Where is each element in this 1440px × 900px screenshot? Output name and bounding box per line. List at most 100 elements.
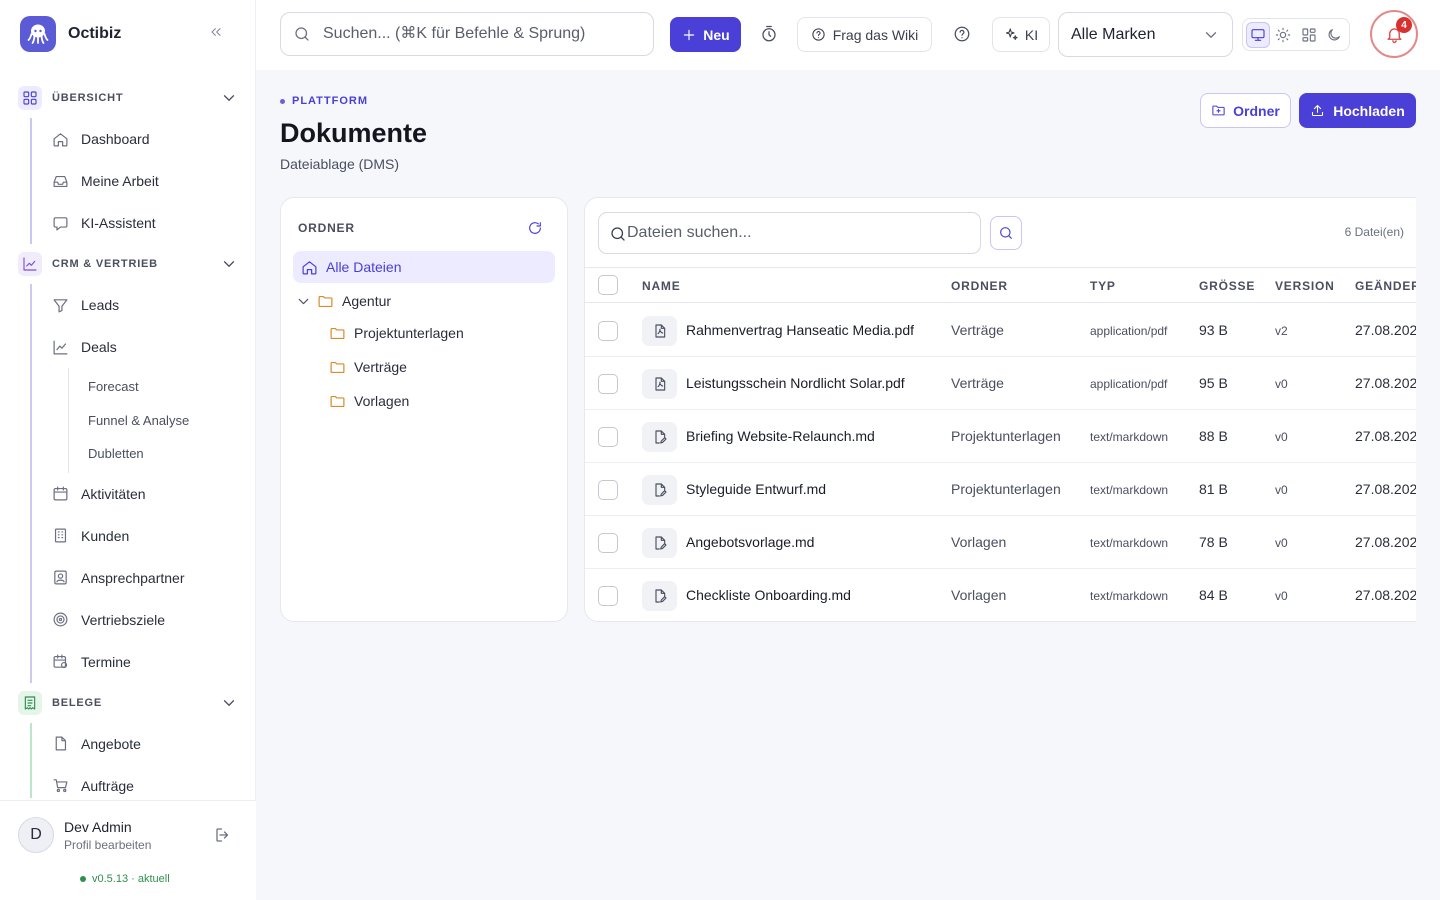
file-modified: 27.08.2025 xyxy=(1355,481,1416,497)
line-chart-icon xyxy=(53,340,68,354)
inbox-icon xyxy=(53,175,68,187)
folder-projektunterlagen[interactable]: Projektunterlagen xyxy=(329,317,555,349)
new-button[interactable]: Neu xyxy=(670,17,741,52)
column-header-version[interactable]: VERSION xyxy=(1275,279,1335,293)
file-search-button[interactable] xyxy=(990,216,1022,250)
sidebar-item-angebote[interactable]: Angebote xyxy=(32,723,256,765)
row-checkbox[interactable] xyxy=(598,533,618,553)
ai-button[interactable]: KI xyxy=(992,17,1050,52)
upload-button[interactable]: Hochladen xyxy=(1299,93,1416,128)
file-name[interactable]: Angebotsvorlage.md xyxy=(686,534,814,550)
table-row[interactable]: Leistungsschein Nordlicht Solar.pdf Vertr… xyxy=(585,357,1416,410)
file-name[interactable]: Checkliste Onboarding.md xyxy=(686,587,851,603)
nav-group-header-crm[interactable]: CRM & VERTRIEB xyxy=(0,244,256,284)
table-row[interactable]: Checkliste Onboarding.md Vorlagen text/mar… xyxy=(585,569,1416,621)
sidebar-subitem-dubletten[interactable]: Dubletten xyxy=(69,437,256,471)
table-row[interactable]: Angebotsvorlage.md Vorlagen text/markdown 7… xyxy=(585,516,1416,569)
column-header-size[interactable]: GRÖSSE xyxy=(1199,279,1255,293)
sidebar-item-dashboard[interactable]: Dashboard xyxy=(32,118,256,160)
file-version: v0 xyxy=(1275,483,1288,497)
folder-agentur[interactable]: Agentur xyxy=(295,285,555,317)
sidebar-item-label: Vertriebsziele xyxy=(81,611,166,628)
file-version: v0 xyxy=(1275,589,1288,603)
building-icon xyxy=(54,528,67,543)
sidebar-item-leads[interactable]: Leads xyxy=(32,284,256,326)
file-size: 81 B xyxy=(1199,481,1228,497)
theme-dark-button[interactable] xyxy=(1323,22,1347,48)
sidebar-nav: ÜBERSICHT Dashboard Meine Arbeit KI-Assi… xyxy=(0,78,256,798)
brand-select[interactable]: Alle Marken xyxy=(1058,12,1233,57)
row-checkbox[interactable] xyxy=(598,321,618,341)
select-all-checkbox[interactable] xyxy=(598,275,618,295)
folder-label: Projektunterlagen xyxy=(354,325,464,341)
pdf-file-icon xyxy=(642,316,677,346)
theme-layout-button[interactable] xyxy=(1297,22,1321,48)
refresh-icon[interactable] xyxy=(527,220,543,236)
sidebar-item-label: Termine xyxy=(81,653,131,670)
sidebar: Octibiz ÜBERSICHT Dashboard Meine Arbeit… xyxy=(0,0,256,900)
sidebar-subitem-funnel-analyse[interactable]: Funnel & Analyse xyxy=(69,404,256,438)
new-folder-button[interactable]: Ordner xyxy=(1200,93,1291,128)
grid-icon xyxy=(18,86,42,110)
calendar-clock-icon xyxy=(53,654,68,669)
file-folder: Vorlagen xyxy=(951,534,1007,550)
column-header-name[interactable]: NAME xyxy=(642,279,681,293)
sidebar-item-aktivitaeten[interactable]: Aktivitäten xyxy=(32,473,256,515)
ask-wiki-button[interactable]: Frag das Wiki xyxy=(797,17,932,52)
chat-bot-icon xyxy=(53,216,68,230)
brand[interactable]: Octibiz xyxy=(20,16,121,52)
deals-submenu: Forecast Funnel & Analyse Dubletten xyxy=(68,368,256,473)
column-header-modified[interactable]: GEÄNDERT xyxy=(1355,279,1416,293)
chevron-down-icon xyxy=(220,89,238,107)
help-icon[interactable] xyxy=(953,25,971,43)
file-size: 78 B xyxy=(1199,534,1228,550)
table-row[interactable]: Rahmenvertrag Hanseatic Media.pdf Verträg… xyxy=(585,304,1416,357)
folder-all-files[interactable]: Alle Dateien xyxy=(293,251,555,283)
file-name[interactable]: Rahmenvertrag Hanseatic Media.pdf xyxy=(686,322,914,338)
row-checkbox[interactable] xyxy=(598,586,618,606)
file-search-input[interactable] xyxy=(627,224,967,242)
sidebar-item-auftraege[interactable]: Aufträge xyxy=(32,765,256,799)
user-name[interactable]: Dev Admin xyxy=(64,819,132,835)
global-search-input[interactable] xyxy=(323,25,643,43)
sidebar-item-ki-assistent[interactable]: KI-Assistent xyxy=(32,202,256,244)
row-checkbox[interactable] xyxy=(598,374,618,394)
notifications-button[interactable]: 4 xyxy=(1370,10,1418,58)
table-row[interactable]: Styleguide Entwurf.md Projektunterlagen te… xyxy=(585,463,1416,516)
file-name[interactable]: Styleguide Entwurf.md xyxy=(686,481,826,497)
moon-icon xyxy=(1328,28,1341,40)
pdf-file-icon xyxy=(642,369,677,399)
avatar[interactable]: D xyxy=(18,817,54,853)
theme-light-button[interactable] xyxy=(1272,22,1296,48)
row-checkbox[interactable] xyxy=(598,480,618,500)
nav-group-header-uebersicht[interactable]: ÜBERSICHT xyxy=(0,78,256,118)
sidebar-item-termine[interactable]: Termine xyxy=(32,641,256,683)
logout-icon[interactable] xyxy=(214,826,232,844)
file-name[interactable]: Briefing Website-Relaunch.md xyxy=(686,428,875,444)
sidebar-subitem-forecast[interactable]: Forecast xyxy=(69,370,256,404)
edit-profile-link[interactable]: Profil bearbeiten xyxy=(64,838,151,852)
sidebar-item-deals[interactable]: Deals xyxy=(32,326,256,368)
file-size: 95 B xyxy=(1199,375,1228,391)
collapse-sidebar-icon[interactable] xyxy=(208,24,224,40)
theme-switcher xyxy=(1242,18,1350,51)
timer-icon[interactable] xyxy=(760,25,778,43)
nav-group-header-belege[interactable]: BELEGE xyxy=(0,683,256,723)
row-checkbox[interactable] xyxy=(598,427,618,447)
file-search[interactable] xyxy=(598,212,981,254)
search-icon xyxy=(611,227,625,241)
sidebar-item-kunden[interactable]: Kunden xyxy=(32,515,256,557)
nav-group-belege: BELEGE Angebote Aufträge xyxy=(0,683,256,799)
folder-vorlagen[interactable]: Vorlagen xyxy=(329,385,555,417)
sidebar-item-vertriebsziele[interactable]: Vertriebsziele xyxy=(32,599,256,641)
column-header-folder[interactable]: ORDNER xyxy=(951,279,1008,293)
contact-card-icon xyxy=(54,570,67,585)
file-name[interactable]: Leistungsschein Nordlicht Solar.pdf xyxy=(686,375,905,391)
table-row[interactable]: Briefing Website-Relaunch.md Projektunter… xyxy=(585,410,1416,463)
theme-system-button[interactable] xyxy=(1246,21,1270,48)
sidebar-item-ansprechpartner[interactable]: Ansprechpartner xyxy=(32,557,256,599)
column-header-type[interactable]: TYP xyxy=(1090,279,1116,293)
folder-vertraege[interactable]: Verträge xyxy=(329,351,555,383)
global-search[interactable] xyxy=(280,12,654,56)
sidebar-item-meine-arbeit[interactable]: Meine Arbeit xyxy=(32,160,256,202)
